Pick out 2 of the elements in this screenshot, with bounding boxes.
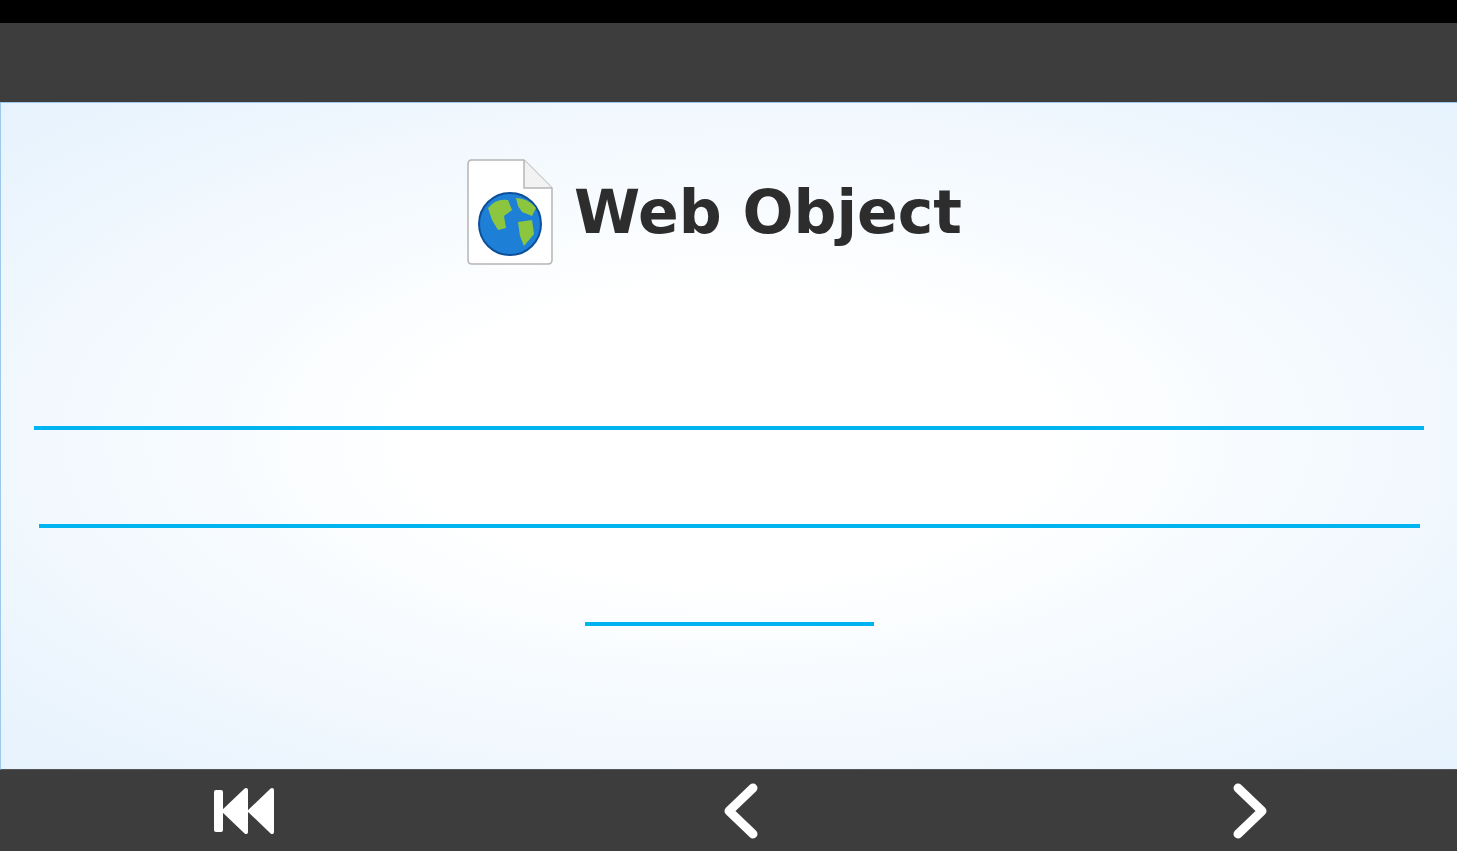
page-title: Web Object xyxy=(573,177,962,247)
web-document-icon xyxy=(465,158,554,266)
